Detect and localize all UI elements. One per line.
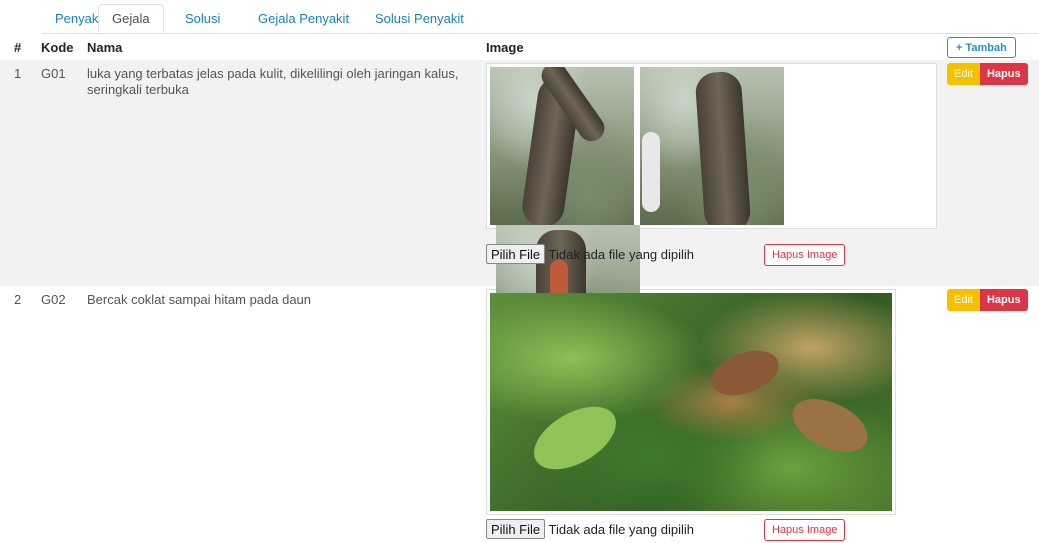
table-row: 1 G01 luka yang terbatas jelas pada kuli…	[0, 60, 1039, 383]
header-kode: Kode	[41, 39, 74, 55]
gejala-table: # Kode Nama Image + Tambah 1 G01 luka ya…	[0, 34, 1039, 543]
row-num: 1	[0, 60, 41, 286]
table-row: 2 G02 Bercak coklat sampai hitam pada da…	[0, 286, 1039, 543]
tab-solusi-penyakit[interactable]: Solusi Penyakit	[362, 5, 477, 33]
tab-gejala[interactable]: Gejala	[98, 4, 164, 33]
symptom-image-g02	[486, 289, 896, 515]
table-header-row: # Kode Nama Image + Tambah	[0, 34, 1039, 60]
header-image: Image	[486, 39, 524, 55]
symptom-image-g01	[486, 63, 937, 383]
add-button[interactable]: + Tambah	[947, 36, 1016, 58]
choose-file-button[interactable]: Pilih File	[486, 244, 546, 264]
remove-image-button[interactable]: Hapus Image	[764, 519, 846, 541]
tab-gejala-penyakit[interactable]: Gejala Penyakit	[245, 5, 362, 33]
row-num: 2	[14, 292, 22, 307]
row-kode: G01	[41, 60, 87, 286]
row-nama: Bercak coklat sampai hitam pada daun	[87, 292, 312, 307]
file-status: Tidak ada file yang dipilih	[548, 522, 695, 537]
nav-tabs: Penyakit Gejala Solusi Gejala Penyakit S…	[42, 0, 1039, 34]
header-nama: Nama	[87, 39, 123, 55]
delete-button[interactable]: Hapus	[979, 289, 1028, 311]
file-status: Tidak ada file yang dipilih	[548, 247, 695, 262]
edit-button[interactable]: Edit	[947, 289, 980, 311]
row-nama: luka yang terbatas jelas pada kulit, dik…	[87, 60, 486, 286]
edit-button[interactable]: Edit	[947, 63, 980, 85]
choose-file-button[interactable]: Pilih File	[486, 519, 546, 539]
delete-button[interactable]: Hapus	[979, 63, 1028, 85]
row-kode: G02	[41, 292, 66, 307]
tab-solusi[interactable]: Solusi	[172, 5, 233, 33]
header-num: #	[14, 39, 22, 55]
remove-image-button[interactable]: Hapus Image	[764, 244, 846, 266]
